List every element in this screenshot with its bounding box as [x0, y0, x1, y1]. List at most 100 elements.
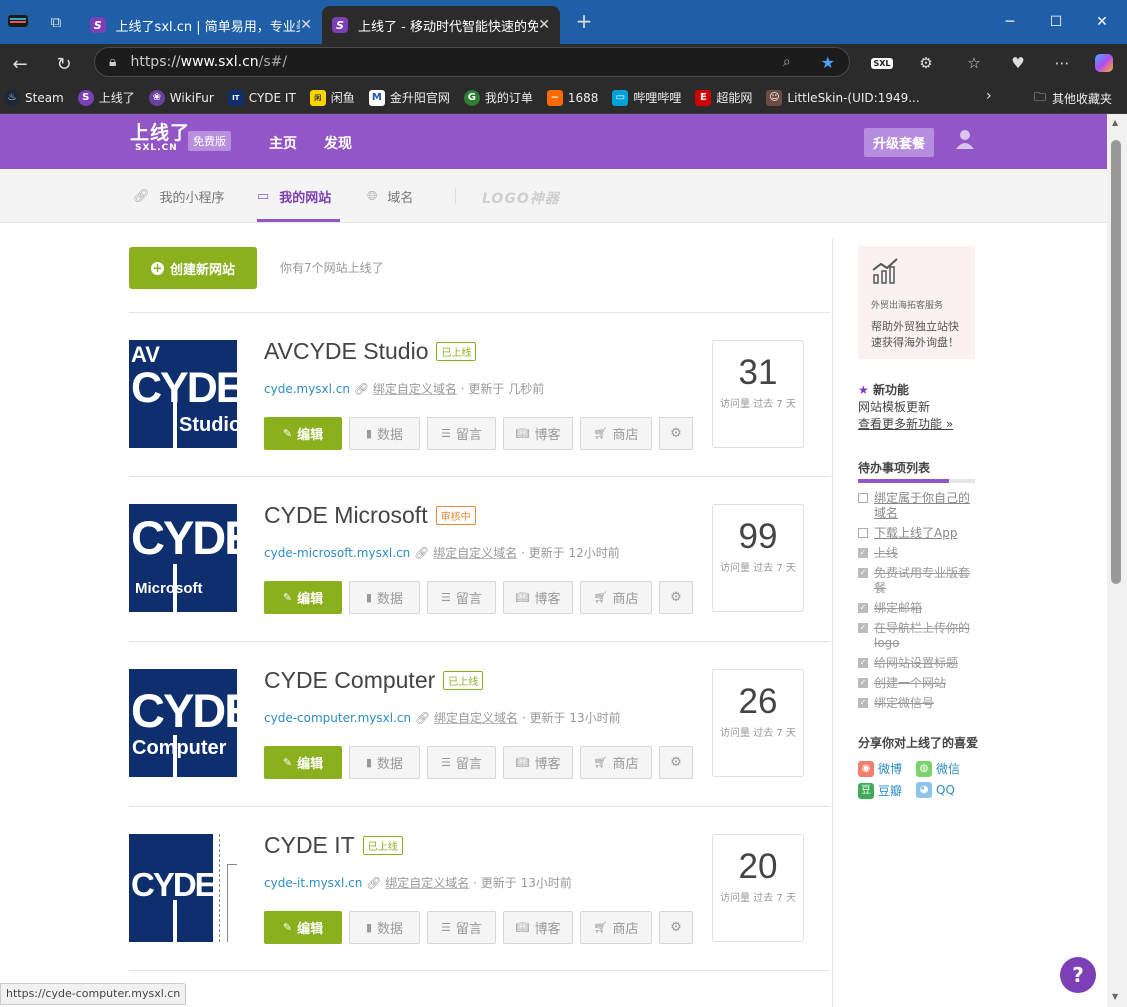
checkbox-icon[interactable] [858, 493, 868, 503]
share-douban[interactable]: 豆豆瓣 [858, 782, 902, 799]
checkbox-checked-icon[interactable]: ✓ [858, 568, 868, 578]
todo-item[interactable]: ✓ 绑定邮箱 [858, 601, 978, 616]
data-button[interactable]: ▮ 数据 [349, 581, 420, 614]
tab-2[interactable]: S 上线了 - 移动时代智能快速的免费 ✕ [322, 6, 560, 44]
bookmark-xianyu[interactable]: 闲闲鱼 [309, 89, 355, 106]
tab-mini-program[interactable]: 🔗︎ 我的小程序 [133, 187, 225, 206]
todo-item[interactable]: ✓ 绑定微信号 [858, 696, 978, 711]
checkbox-checked-icon[interactable]: ✓ [858, 678, 868, 688]
bookmark-orders[interactable]: G 我的订单 [463, 89, 533, 106]
blog-button[interactable]: 📖︎ 博客 [503, 417, 573, 450]
share-wechat[interactable]: ◍ 微信 [916, 760, 960, 777]
browser-essentials-icon[interactable]: ♥ [1006, 52, 1030, 74]
site-domain-link[interactable]: cyde-computer.mysxl.cn [264, 711, 411, 725]
settings-button[interactable]: ⚙ [659, 746, 693, 779]
scrollbar[interactable]: ▲ ▼ [1107, 114, 1127, 1007]
checkbox-checked-icon[interactable]: ✓ [858, 698, 868, 708]
site-domain-link[interactable]: cyde-microsoft.mysxl.cn [264, 546, 410, 560]
favorite-star-icon[interactable]: ★ [821, 53, 835, 72]
nav-home[interactable]: 主页 [269, 133, 297, 178]
bookmark-bilibili[interactable]: ▭ 哔哩哔哩 [612, 89, 681, 106]
back-icon[interactable]: ← [6, 50, 34, 78]
scroll-down-icon[interactable]: ▼ [1112, 992, 1118, 1001]
bookmark-wikifur[interactable]: ❀ WikiFur [148, 89, 214, 106]
todo-item[interactable]: ✓ 在导航栏上传你的logo [858, 621, 978, 651]
share-weibo[interactable]: ◉ 微博 [858, 760, 902, 777]
zoom-icon[interactable]: ⌕ [783, 54, 791, 70]
help-button[interactable]: ? [1060, 957, 1096, 993]
site-thumbnail[interactable]: AV CYDE Studio [129, 340, 237, 448]
settings-button[interactable]: ⚙ [659, 911, 693, 944]
other-bookmarks[interactable]: 🗀 其他收藏夹 [1034, 88, 1112, 109]
sxl-logo[interactable]: 上线了 SXL.CN [130, 123, 190, 153]
scrollbar-thumb[interactable] [1111, 140, 1121, 584]
tab-my-sites[interactable]: ▭ 我的网站 [257, 187, 331, 206]
blog-button[interactable]: 📖︎ 博客 [503, 746, 573, 779]
site-name[interactable]: CYDE IT 已上线 [264, 832, 403, 859]
bookmark-littleskin[interactable]: ☺ LittleSkin-(UID:1949... [766, 89, 920, 106]
checkbox-checked-icon[interactable]: ✓ [858, 603, 868, 613]
checkbox-checked-icon[interactable]: ✓ [858, 623, 868, 633]
site-thumbnail[interactable]: CYDE Microsoft [129, 504, 237, 612]
extensions-icon[interactable]: ⚙ [914, 52, 938, 74]
site-domain-link[interactable]: cyde-it.mysxl.cn [264, 876, 362, 890]
bind-domain-link[interactable]: 绑定自定义域名 [385, 876, 469, 890]
bind-domain-link[interactable]: 绑定自定义域名 [373, 382, 457, 396]
tab-1[interactable]: S 上线了sxl.cn | 简单易用，专业美观 ✕ [80, 6, 322, 44]
data-button[interactable]: ▮ 数据 [349, 746, 420, 779]
logo-god-link[interactable]: LOGO神器 [482, 188, 560, 208]
settings-button[interactable]: ⚙ [659, 581, 693, 614]
bookmark-1688[interactable]: ~1688 [546, 89, 598, 106]
site-thumbnail[interactable]: CYDE [129, 834, 237, 942]
close-icon[interactable]: ✕ [538, 17, 550, 33]
comments-button[interactable]: ☰ 留言 [427, 746, 496, 779]
new-tab-icon[interactable]: + [572, 9, 596, 33]
data-button[interactable]: ▮ 数据 [349, 417, 420, 450]
bookmark-cyde-it[interactable]: IT CYDE IT [227, 89, 296, 106]
upgrade-plan-button[interactable]: 升级套餐 [864, 128, 935, 157]
checkbox-checked-icon[interactable]: ✓ [858, 548, 868, 558]
refresh-icon[interactable]: ↻ [50, 50, 78, 78]
blog-button[interactable]: 📖︎ 博客 [503, 581, 573, 614]
shop-button[interactable]: 🛒︎ 商店 [580, 417, 652, 450]
more-options-icon[interactable]: ⋯ [1050, 52, 1074, 74]
minimize-icon[interactable]: ─ [990, 8, 1030, 36]
maximize-icon[interactable]: ☐ [1036, 8, 1076, 36]
todo-item[interactable]: ✓ 创建一个网站 [858, 676, 978, 691]
site-domain-link[interactable]: cyde.mysxl.cn [264, 382, 350, 396]
sxl-extension-icon[interactable]: SXL [870, 52, 894, 74]
edit-button[interactable]: ✎ 编辑 [264, 746, 342, 779]
close-icon[interactable]: ✕ [300, 17, 312, 33]
scroll-up-icon[interactable]: ▲ [1112, 118, 1118, 127]
create-site-button[interactable]: + 创建新网站 [129, 247, 257, 289]
edit-button[interactable]: ✎ 编辑 [264, 417, 342, 450]
workspaces-icon[interactable]: ⧉ [44, 11, 68, 33]
profile-icon[interactable] [4, 10, 32, 32]
settings-button[interactable]: ⚙ [659, 417, 693, 450]
bookmark-sxl[interactable]: S 上线了 [77, 89, 135, 106]
new-features-more-link[interactable]: 查看更多新功能 » [858, 416, 953, 433]
blog-button[interactable]: 📖︎ 博客 [503, 911, 573, 944]
shop-button[interactable]: 🛒︎ 商店 [580, 911, 652, 944]
bind-domain-link[interactable]: 绑定自定义域名 [433, 546, 517, 560]
shop-button[interactable]: 🛒︎ 商店 [580, 581, 652, 614]
tab-domain[interactable]: 🌐︎ 域名 [367, 187, 413, 206]
site-name[interactable]: CYDE Microsoft 审核中 [264, 502, 476, 529]
favorites-icon[interactable]: ☆ [962, 52, 986, 74]
share-qq[interactable]: ◕ QQ [916, 782, 955, 798]
site-name[interactable]: CYDE Computer 已上线 [264, 667, 484, 694]
url-input[interactable]: 🔒︎ https://www.sxl.cn/s#/ ⌕ ★ [94, 47, 850, 77]
bookmark-mornsun[interactable]: M 金升阳官网 [368, 89, 450, 106]
todo-item[interactable]: ✓ 免费试用专业版套餐 [858, 566, 978, 596]
comments-button[interactable]: ☰ 留言 [427, 911, 496, 944]
checkbox-checked-icon[interactable]: ✓ [858, 658, 868, 668]
bookmark-expreview[interactable]: E 超能网 [695, 89, 752, 106]
todo-item[interactable]: 绑定属于你自己的域名 [858, 491, 978, 521]
nav-discover[interactable]: 发现 [324, 133, 352, 153]
promo-banner[interactable]: 外贸出海拓客服务 帮助外贸独立站快速获得海外询盘！ [858, 246, 975, 359]
checkbox-icon[interactable] [858, 528, 868, 538]
copilot-icon[interactable] [1092, 52, 1116, 74]
bind-domain-link[interactable]: 绑定自定义域名 [434, 711, 518, 725]
shop-button[interactable]: 🛒︎ 商店 [580, 746, 652, 779]
bookmark-steam[interactable]: ♨ Steam [4, 89, 64, 106]
